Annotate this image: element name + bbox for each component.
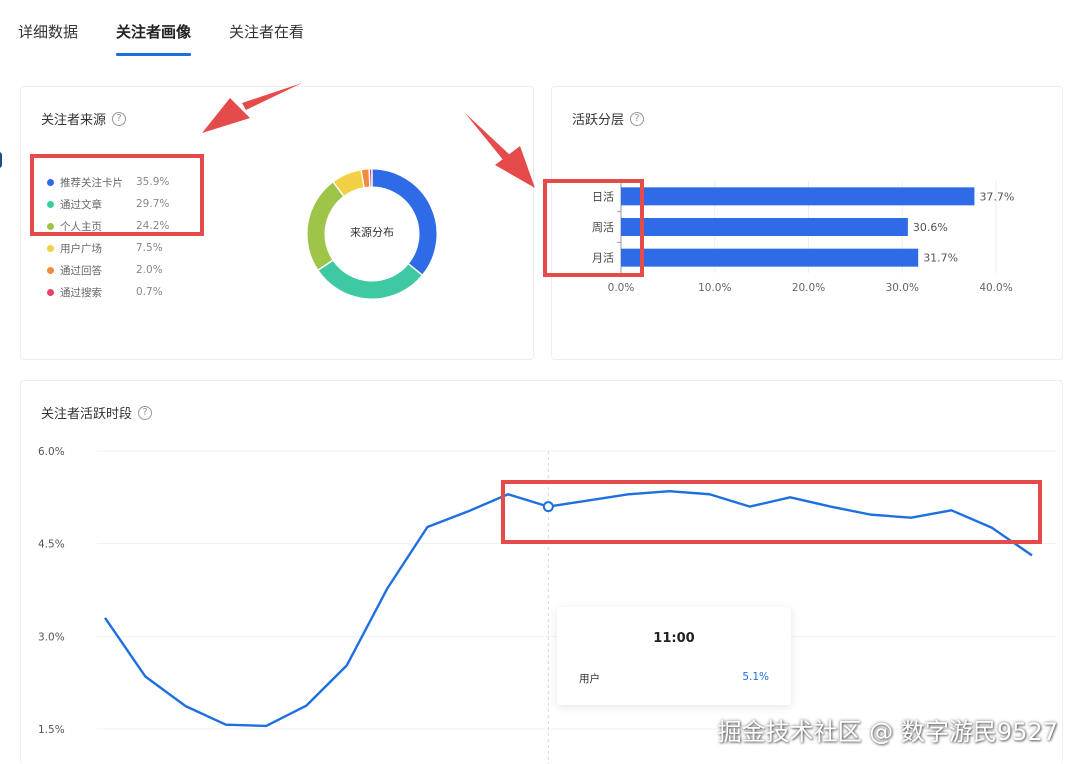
legend-item[interactable]: 通过回答 2.0% [47, 259, 169, 281]
tab-details[interactable]: 详细数据 [18, 20, 78, 56]
donut-center-label: 来源分布 [350, 226, 394, 239]
watermark: 掘金技术社区 @ 数字游民9527 [717, 718, 1058, 746]
x-tick-label: 30.0% [886, 282, 919, 294]
legend-value: 7.5% [136, 242, 163, 254]
legend-dot [47, 244, 54, 252]
legend-label: 用户广场 [60, 242, 102, 255]
legend-item[interactable]: 用户广场 7.5% [47, 237, 169, 259]
legend-dot [47, 288, 54, 296]
chart-tooltip: 11:00 用户 5.1% [557, 607, 791, 705]
bar[interactable] [621, 187, 975, 206]
annotation-box-tiers [543, 179, 644, 277]
tooltip-time: 11:00 [653, 631, 695, 646]
donut-slice[interactable] [333, 170, 365, 197]
legend-label: 通过搜索 [60, 286, 102, 299]
y-tick-label: 4.5% [38, 539, 65, 551]
donut-slice[interactable] [318, 260, 422, 299]
bar-value-label: 31.7% [923, 252, 958, 265]
follower-active-time-card: 关注者活跃时段 ? 6.0% 4.5% 3.0% 1.5% [20, 380, 1063, 764]
legend-item[interactable]: 通过搜索 0.7% [47, 281, 169, 303]
donut-separator [368, 169, 371, 187]
x-tick-label: 20.0% [792, 282, 825, 294]
annotation-box-legend [30, 154, 204, 236]
tab-follower-reading[interactable]: 关注者在看 [229, 20, 304, 56]
annotation-box-peak [501, 480, 1042, 544]
x-tick-label: 0.0% [608, 282, 635, 294]
tooltip-series-label: 用户 [579, 673, 600, 685]
bar-value-label: 30.6% [913, 221, 948, 234]
bar-value-label: 37.7% [979, 190, 1014, 203]
y-tick-label: 6.0% [38, 446, 65, 458]
donut-slice[interactable] [361, 169, 371, 188]
active-time-line-chart: 6.0% 4.5% 3.0% 1.5% [38, 446, 1056, 764]
card-title: 关注者来源 ? [41, 109, 127, 128]
follower-source-title: 关注者来源 [41, 113, 107, 128]
page: 详细数据 关注者画像 关注者在看 关注者来源 ? 推荐关注卡片 35.9% 通过文章… [0, 0, 1080, 764]
x-tick-label: 10.0% [698, 282, 731, 294]
legend-value: 0.7% [136, 286, 163, 298]
tab-bar: 详细数据 关注者画像 关注者在看 [18, 20, 304, 60]
y-tick-label: 3.0% [38, 631, 65, 643]
legend-label: 通过回答 [60, 264, 102, 277]
bar[interactable] [621, 218, 908, 236]
x-tick-label: 40.0% [979, 282, 1012, 294]
bar[interactable] [621, 248, 919, 267]
scroll-edge-indicator [0, 152, 2, 168]
tooltip-value: 5.1% [742, 671, 769, 683]
help-icon[interactable]: ? [112, 111, 127, 126]
legend-value: 2.0% [136, 264, 163, 276]
legend-dot [47, 266, 54, 274]
tab-follower-profile[interactable]: 关注者画像 [116, 20, 192, 56]
y-tick-label: 1.5% [38, 724, 65, 736]
